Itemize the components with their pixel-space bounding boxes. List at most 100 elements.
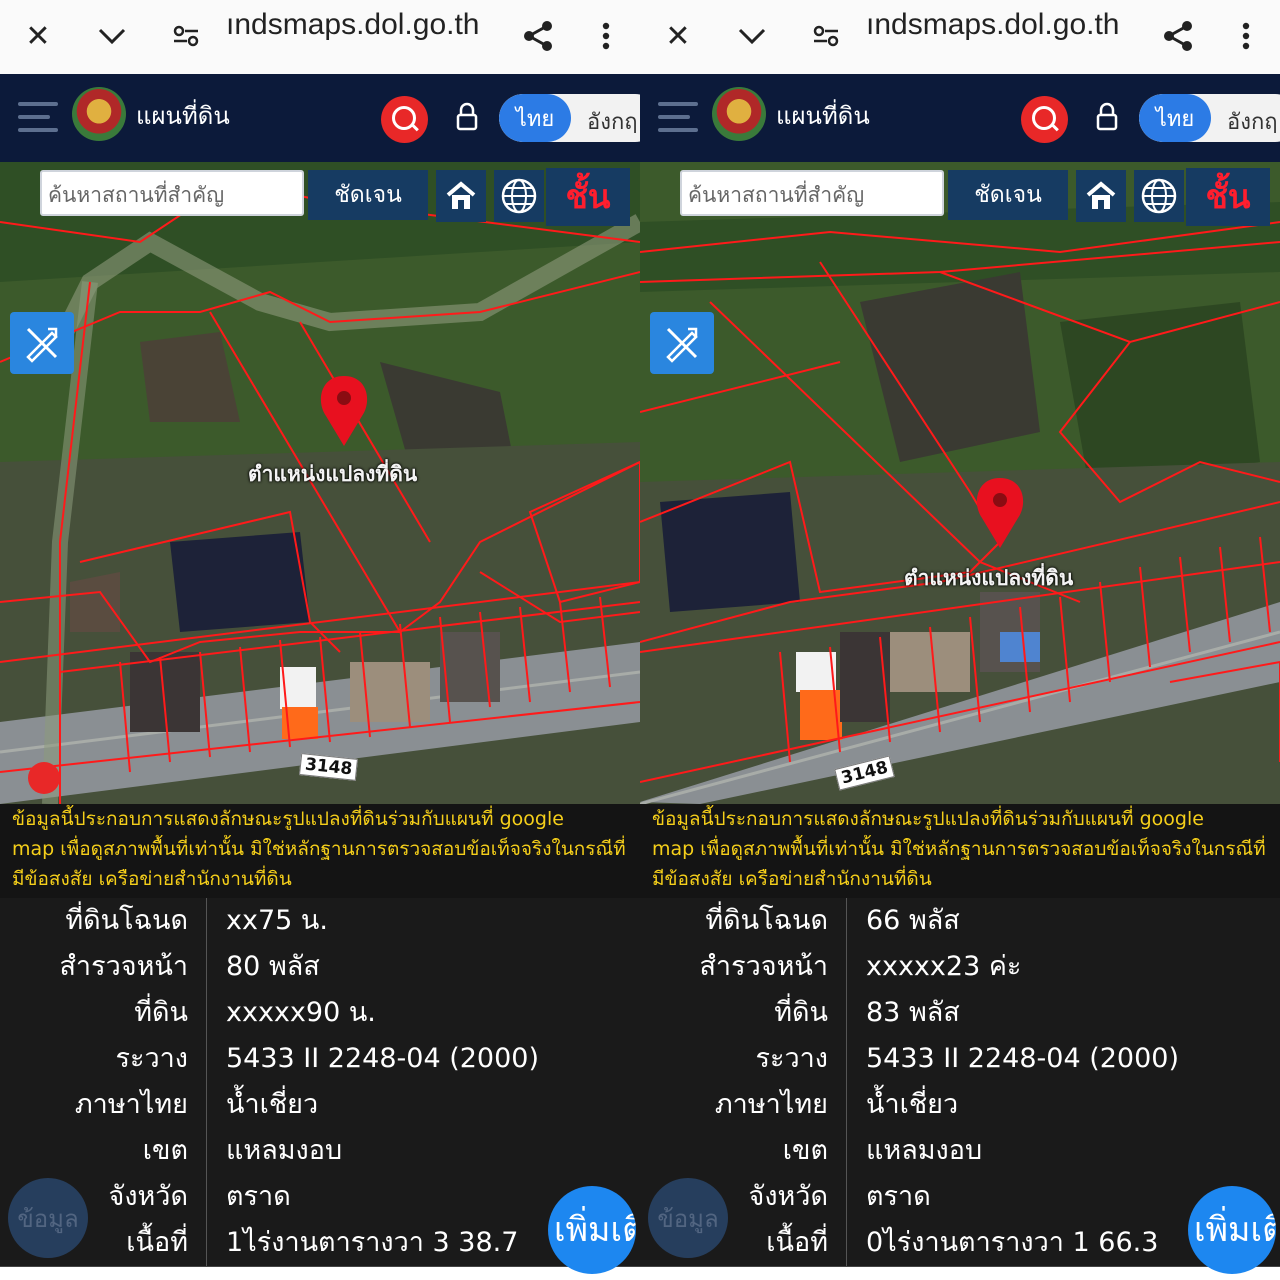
table-row: สำรวจหน้า xxxxx23 ค่ะ — [640, 944, 1280, 991]
app-title: แผนที่ดิน — [136, 102, 230, 130]
table-row: ภาษาไทย น้ำเชี่ยว — [0, 1082, 640, 1129]
row-value: xx75 น. — [226, 905, 328, 936]
disclaimer-line: map เพื่อดูสภาพพื้นที่เท่านั้น มิใช่หลัก… — [652, 838, 1266, 860]
lang-english-option[interactable]: อังกฤ — [1227, 104, 1278, 139]
search-button[interactable] — [381, 96, 428, 143]
row-value: แหลมงอบ — [866, 1135, 983, 1166]
app-header: แผนที่ดิน ไทย อังกฤ — [0, 74, 640, 162]
place-search-input[interactable]: ค้นหาสถานที่สำคัญ — [680, 170, 944, 216]
site-settings-icon[interactable] — [164, 14, 208, 58]
menu-icon[interactable] — [18, 102, 58, 134]
lang-thai-option[interactable]: ไทย — [1139, 94, 1211, 142]
more-vert-icon[interactable] — [1224, 14, 1268, 58]
lang-thai-option[interactable]: ไทย — [499, 94, 571, 142]
disclaimer: ข้อมูลนี้ประกอบการแสดงลักษณะรูปแปลงที่ดิ… — [640, 804, 1280, 898]
chevron-down-icon[interactable] — [730, 14, 774, 58]
satellite-map[interactable] — [640, 162, 1280, 804]
measure-tool-icon[interactable] — [10, 312, 74, 374]
close-icon[interactable]: ✕ — [656, 14, 700, 58]
table-row: จังหวัด ตราด — [640, 1174, 1280, 1221]
info-ghost-button[interactable]: ข้อมูล — [8, 1178, 88, 1258]
table-row: เขต แหลมงอบ — [640, 1128, 1280, 1175]
map-view[interactable]: ค้นหาสถานที่สำคัญ ชัดเจน ชั้น ตำแหน่งแปล… — [640, 162, 1280, 804]
menu-icon[interactable] — [658, 102, 698, 134]
globe-icon[interactable] — [494, 170, 544, 222]
browser-toolbar: ✕ ındsmaps.dol.go.th — [640, 0, 1280, 74]
left-screenshot: ✕ ındsmaps.dol.go.th แผนที่ดิน ไทย อังกฤ — [0, 0, 640, 1280]
measure-tool-icon[interactable] — [650, 312, 714, 374]
table-row: ภาษาไทย น้ำเชี่ยว — [640, 1082, 1280, 1129]
row-key: ที่ดิน — [134, 997, 188, 1028]
url-text[interactable]: ındsmaps.dol.go.th — [866, 8, 1120, 42]
language-toggle[interactable]: ไทย อังกฤ — [499, 94, 640, 142]
more-vert-icon[interactable] — [584, 14, 628, 58]
browser-toolbar: ✕ ındsmaps.dol.go.th — [0, 0, 640, 74]
home-icon[interactable] — [1076, 170, 1126, 222]
row-value: ตราด — [866, 1181, 931, 1212]
row-value: xxxxx90 น. — [226, 997, 376, 1028]
pin-label: ตำแหน่งแปลงที่ดิน — [904, 566, 1074, 590]
pin-label: ตำแหน่งแปลงที่ดิน — [248, 462, 418, 486]
share-icon[interactable] — [1156, 14, 1200, 58]
row-key: สำรวจหน้า — [59, 951, 188, 982]
globe-icon[interactable] — [1134, 170, 1184, 222]
disclaimer-line: ข้อมูลนี้ประกอบการแสดงลักษณะรูปแปลงที่ดิ… — [652, 808, 1204, 830]
lock-icon[interactable] — [455, 102, 479, 132]
layers-button[interactable]: ชั้น — [1186, 168, 1270, 226]
row-value: น้ำเชี่ยว — [226, 1089, 319, 1120]
table-row: ที่ดิน xxxxx90 น. — [0, 990, 640, 1037]
more-info-button[interactable]: เพิ่มเติ — [548, 1186, 636, 1274]
info-ghost-button[interactable]: ข้อมูล — [648, 1178, 728, 1258]
row-key: ระวาง — [755, 1043, 828, 1074]
clear-button[interactable]: ชัดเจน — [308, 170, 428, 220]
row-key: ที่ดิน — [774, 997, 828, 1028]
close-icon[interactable]: ✕ — [16, 14, 60, 58]
table-row: ที่ดินโฉนด xx75 น. — [0, 898, 640, 945]
row-value: 80 พลัส — [226, 951, 320, 982]
table-row: จังหวัด ตราด — [0, 1174, 640, 1221]
department-logo — [712, 87, 766, 141]
home-icon[interactable] — [436, 170, 486, 222]
table-row: สำรวจหน้า 80 พลัส — [0, 944, 640, 991]
place-search-input[interactable]: ค้นหาสถานที่สำคัญ — [40, 170, 304, 216]
disclaimer-line: ข้อมูลนี้ประกอบการแสดงลักษณะรูปแปลงที่ดิ… — [12, 808, 564, 830]
language-toggle[interactable]: ไทย อังกฤ — [1139, 94, 1280, 142]
disclaimer-line: map เพื่อดูสภาพพื้นที่เท่านั้น มิใช่หลัก… — [12, 838, 626, 860]
row-value: 0ไร่งานตารางวา 1 66.3 — [866, 1227, 1159, 1258]
department-logo — [72, 87, 126, 141]
row-key: ระวาง — [115, 1043, 188, 1074]
table-row: เนื้อที่ 1ไร่งานตารางวา 3 38.7 — [0, 1220, 640, 1267]
map-view[interactable]: ค้นหาสถานที่สำคัญ ชัดเจน ชั้น ตำแหน่งแปล… — [0, 162, 640, 804]
more-info-button[interactable]: เพิ่มเติ — [1188, 1186, 1276, 1274]
share-icon[interactable] — [516, 14, 560, 58]
app-header: แผนที่ดิน ไทย อังกฤ — [640, 74, 1280, 162]
chevron-down-icon[interactable] — [90, 14, 134, 58]
row-value: 83 พลัส — [866, 997, 960, 1028]
row-value: 5433 II 2248-04 (2000) — [226, 1043, 539, 1074]
table-row: ที่ดิน 83 พลัส — [640, 990, 1280, 1037]
row-key: ภาษาไทย — [714, 1089, 828, 1120]
row-key: ภาษาไทย — [74, 1089, 188, 1120]
disclaimer: ข้อมูลนี้ประกอบการแสดงลักษณะรูปแปลงที่ดิ… — [0, 804, 640, 898]
layers-button[interactable]: ชั้น — [546, 168, 630, 226]
lock-icon[interactable] — [1095, 102, 1119, 132]
row-value: แหลมงอบ — [226, 1135, 343, 1166]
row-key: เขต — [142, 1135, 188, 1166]
lang-english-option[interactable]: อังกฤ — [587, 104, 638, 139]
row-key: สำรวจหน้า — [699, 951, 828, 982]
site-settings-icon[interactable] — [804, 14, 848, 58]
search-button[interactable] — [1021, 96, 1068, 143]
row-value: 5433 II 2248-04 (2000) — [866, 1043, 1179, 1074]
url-text[interactable]: ındsmaps.dol.go.th — [226, 8, 480, 42]
row-key: ที่ดินโฉนด — [705, 905, 828, 936]
row-value: xxxxx23 ค่ะ — [866, 951, 1022, 982]
app-title: แผนที่ดิน — [776, 102, 870, 130]
clear-button[interactable]: ชัดเจน — [948, 170, 1068, 220]
row-value: ตราด — [226, 1181, 291, 1212]
row-key: เขต — [782, 1135, 828, 1166]
row-value: 66 พลัส — [866, 905, 960, 936]
row-value: น้ำเชี่ยว — [866, 1089, 959, 1120]
disclaimer-line: มีข้อสงสัย เครือข่ายสำนักงานที่ดิน — [652, 868, 932, 890]
table-row: ระวาง 5433 II 2248-04 (2000) — [0, 1036, 640, 1083]
row-value: 1ไร่งานตารางวา 3 38.7 — [226, 1227, 519, 1258]
